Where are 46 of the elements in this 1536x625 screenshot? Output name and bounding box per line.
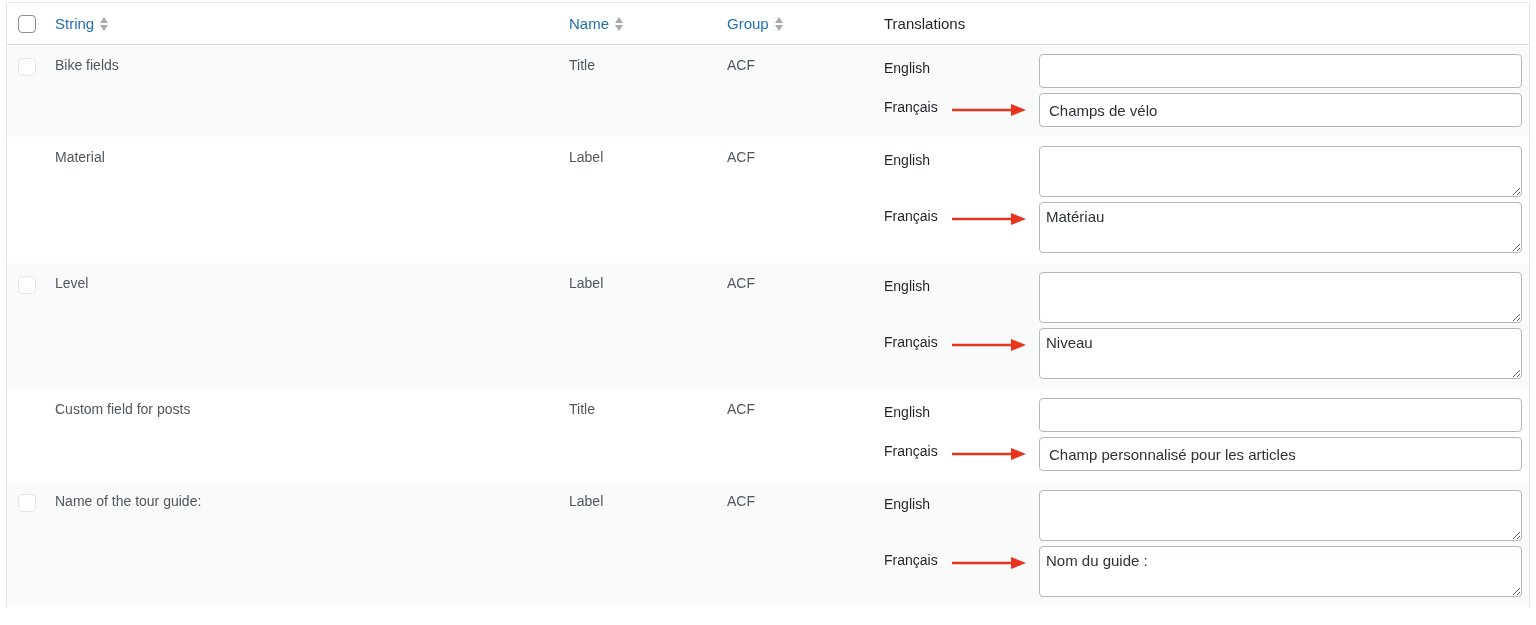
translation-textarea[interactable] bbox=[1039, 490, 1522, 541]
translation-field[interactable] bbox=[1039, 398, 1522, 432]
language-label: English bbox=[884, 495, 930, 514]
translation-textarea[interactable] bbox=[1039, 272, 1522, 323]
string-cell-text: Level bbox=[55, 274, 89, 293]
language-label: English bbox=[884, 277, 930, 296]
name-cell-text: Title bbox=[569, 400, 595, 419]
name-cell-text: Label bbox=[569, 492, 604, 511]
translation-field[interactable]: Champ personnalisé pour les articles bbox=[1039, 437, 1522, 471]
group-cell-text: ACF bbox=[727, 274, 755, 293]
sort-icon bbox=[774, 16, 783, 31]
language-label: Français bbox=[884, 207, 938, 226]
sort-icon bbox=[100, 16, 109, 31]
language-label: English bbox=[884, 151, 930, 170]
group-cell-text: ACF bbox=[727, 148, 755, 167]
string-cell-text: Bike fields bbox=[55, 56, 119, 75]
translation-textarea[interactable]: Niveau bbox=[1039, 328, 1522, 379]
row-checkbox[interactable] bbox=[18, 276, 36, 294]
language-label: Français bbox=[884, 333, 938, 352]
row-checkbox[interactable] bbox=[18, 58, 36, 76]
sort-icon bbox=[615, 16, 623, 31]
group-cell-text: ACF bbox=[727, 56, 755, 75]
language-label: Français bbox=[884, 98, 938, 117]
translation-field[interactable] bbox=[1039, 54, 1522, 88]
name-cell-text: Label bbox=[569, 274, 604, 293]
string-cell-text: Custom field for posts bbox=[55, 400, 191, 419]
row-checkbox[interactable] bbox=[18, 494, 36, 512]
group-cell-text: ACF bbox=[727, 400, 755, 419]
name-cell-text: Title bbox=[569, 56, 595, 75]
string-cell-text: Material bbox=[55, 148, 105, 167]
name-cell-text: Label bbox=[569, 148, 604, 167]
language-label: English bbox=[884, 403, 930, 422]
translation-textarea[interactable]: Nom du guide : bbox=[1039, 546, 1522, 597]
group-cell-text: ACF bbox=[727, 492, 755, 511]
column-header: Translations bbox=[884, 14, 966, 32]
column-sort-link[interactable]: Name bbox=[569, 13, 623, 34]
column-sort-link[interactable]: Group bbox=[727, 13, 783, 34]
translation-field[interactable]: Champs de vélo bbox=[1039, 93, 1522, 127]
language-label: English bbox=[884, 59, 930, 78]
column-sort-link[interactable]: String bbox=[55, 13, 109, 34]
language-label: Français bbox=[884, 442, 938, 461]
translation-textarea[interactable] bbox=[1039, 146, 1522, 197]
language-label: Français bbox=[884, 551, 938, 570]
translation-textarea[interactable]: Matériau bbox=[1039, 202, 1522, 253]
select-all-checkbox[interactable] bbox=[18, 14, 36, 33]
string-cell-text: Name of the tour guide: bbox=[55, 492, 202, 511]
